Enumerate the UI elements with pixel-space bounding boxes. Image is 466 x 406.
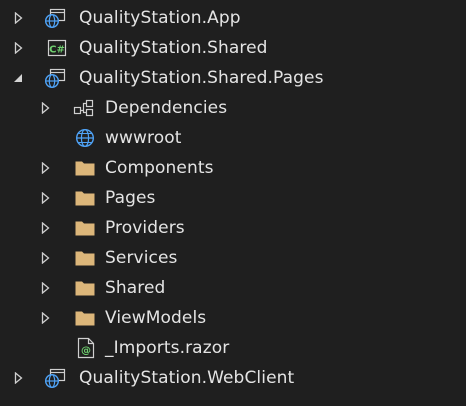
chevron-right-icon[interactable] [37, 213, 53, 243]
chevron-right-icon[interactable] [37, 183, 53, 213]
solution-explorer-tree: QualityStation.App C# QualityStation.Sha… [0, 0, 466, 406]
tree-item-label: Dependencies [105, 98, 228, 118]
tree-item-label: Services [105, 248, 178, 268]
web-project-icon [44, 367, 66, 389]
tree-item-services[interactable]: Services [0, 243, 466, 273]
chevron-right-icon[interactable] [37, 243, 53, 273]
tree-item-providers[interactable]: Providers [0, 213, 466, 243]
chevron-right-icon[interactable] [37, 93, 53, 123]
tree-item-qualitystation-app[interactable]: QualityStation.App [0, 3, 466, 33]
dependencies-icon [73, 97, 95, 119]
chevron-right-icon[interactable] [37, 273, 53, 303]
web-project-icon [44, 7, 66, 29]
tree-item-shared[interactable]: Shared [0, 273, 466, 303]
tree-item-qualitystation-shared[interactable]: C# QualityStation.Shared [0, 33, 466, 63]
chevron-right-icon[interactable] [37, 303, 53, 333]
tree-item-label: QualityStation.App [79, 8, 241, 28]
tree-item-components[interactable]: Components [0, 153, 466, 183]
web-project-icon [44, 67, 66, 89]
chevron-right-icon[interactable] [10, 363, 26, 393]
tree-item-qualitystation-shared-pages[interactable]: QualityStation.Shared.Pages [0, 63, 466, 93]
tree-item-label: Shared [105, 278, 166, 298]
tree-item-label: QualityStation.Shared [79, 38, 268, 58]
folder-icon [74, 157, 96, 179]
svg-text:C#: C# [49, 45, 65, 56]
folder-icon [74, 217, 96, 239]
svg-text:@: @ [81, 346, 91, 357]
folder-icon [74, 307, 96, 329]
chevron-right-icon[interactable] [10, 33, 26, 63]
csharp-project-icon: C# [46, 37, 68, 59]
chevron-expanded-icon[interactable] [10, 63, 26, 93]
tree-item-label: QualityStation.WebClient [79, 368, 295, 388]
tree-item-qualitystation-webclient[interactable]: QualityStation.WebClient [0, 363, 466, 393]
tree-item-imports-razor[interactable]: @ _Imports.razor [0, 333, 466, 363]
tree-item-label: Pages [105, 188, 156, 208]
tree-item-wwwroot[interactable]: wwwroot [0, 123, 466, 153]
chevron-right-icon[interactable] [10, 3, 26, 33]
tree-item-label: wwwroot [105, 128, 182, 148]
globe-icon [74, 127, 96, 149]
folder-icon [74, 187, 96, 209]
tree-item-label: QualityStation.Shared.Pages [79, 68, 324, 88]
razor-file-icon: @ [75, 337, 97, 359]
tree-item-dependencies[interactable]: Dependencies [0, 93, 466, 123]
tree-item-label: Providers [105, 218, 185, 238]
folder-icon [74, 277, 96, 299]
chevron-right-icon[interactable] [37, 153, 53, 183]
folder-icon [74, 247, 96, 269]
tree-item-label: ViewModels [105, 308, 207, 328]
tree-item-label: _Imports.razor [105, 338, 230, 358]
tree-item-label: Components [105, 158, 214, 178]
tree-item-viewmodels[interactable]: ViewModels [0, 303, 466, 333]
tree-item-pages[interactable]: Pages [0, 183, 466, 213]
